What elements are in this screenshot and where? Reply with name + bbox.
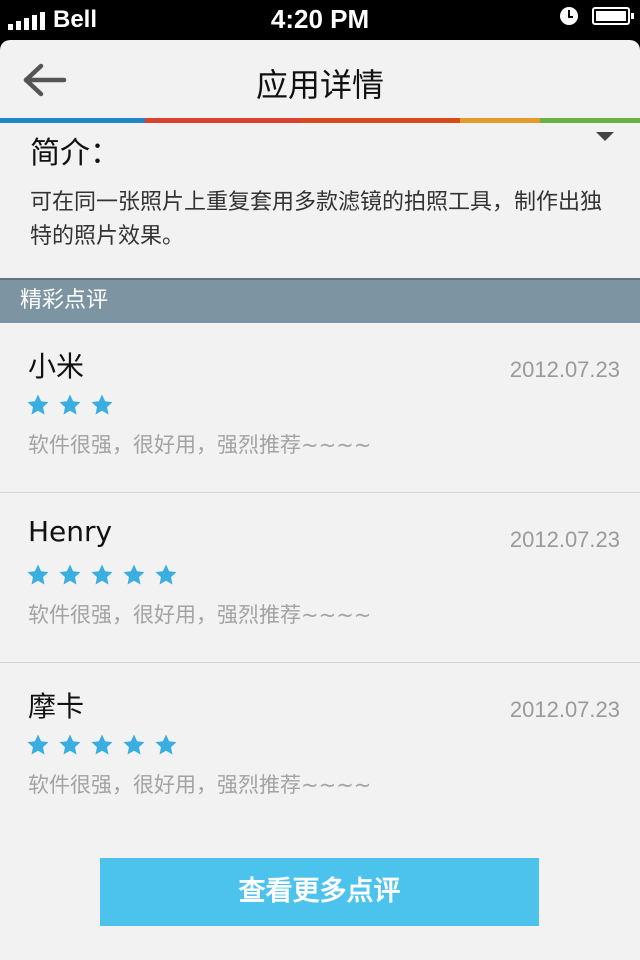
star-icon bbox=[91, 394, 113, 415]
intro-description: 可在同一张照片上重复套用多款滤镜的拍照工具，制作出独特的照片效果。 bbox=[30, 190, 603, 249]
accent-stripe bbox=[0, 118, 640, 123]
review-comment: 软件很强，很好用，强烈推荐~~~~ bbox=[28, 433, 372, 457]
page-title: 应用详情 bbox=[255, 66, 384, 104]
review-comment: 软件很强，很好用，强烈推荐~~~~ bbox=[28, 773, 372, 797]
reviewer-name: 摩卡 bbox=[28, 690, 85, 723]
reviewer-name: Henry bbox=[28, 515, 113, 548]
alarm-icon bbox=[560, 7, 578, 25]
star-icon bbox=[27, 734, 49, 755]
star-icon bbox=[27, 394, 49, 415]
star-icon bbox=[155, 734, 177, 755]
app-screen: 应用详情 简介： 可在同一张照片上重复套用多款滤镜的拍照工具，制作出独特的照片效… bbox=[0, 40, 640, 960]
star-icon bbox=[59, 734, 81, 755]
more-reviews-button[interactable]: 查看更多点评 bbox=[100, 858, 539, 926]
status-bar: Bell 4:20 PM bbox=[0, 0, 640, 40]
intro-heading: 简介： bbox=[30, 136, 120, 171]
review-comment: 软件很强，很好用，强烈推荐~~~~ bbox=[28, 603, 372, 627]
review-item: Henry 2012.07.23 软件很强，很好用，强烈推荐~~~~ bbox=[0, 493, 640, 663]
reviewer-name: 小米 bbox=[28, 350, 85, 383]
review-date: 2012.07.23 bbox=[509, 697, 620, 722]
star-icon bbox=[155, 564, 177, 585]
rating-stars bbox=[26, 563, 178, 587]
reviews-section-header: 精彩点评 bbox=[0, 278, 640, 323]
review-date: 2012.07.23 bbox=[509, 357, 620, 382]
navigation-bar: 应用详情 bbox=[0, 40, 640, 118]
star-icon bbox=[123, 564, 145, 585]
status-time: 4:20 PM bbox=[270, 4, 370, 34]
collapse-triangle-icon[interactable] bbox=[596, 132, 614, 141]
battery-icon bbox=[592, 7, 634, 25]
rating-stars bbox=[26, 733, 178, 757]
star-icon bbox=[27, 564, 49, 585]
star-icon bbox=[59, 394, 81, 415]
star-icon bbox=[59, 564, 81, 585]
review-date: 2012.07.23 bbox=[509, 527, 620, 552]
rating-stars bbox=[26, 393, 114, 417]
star-icon bbox=[91, 564, 113, 585]
star-icon bbox=[91, 734, 113, 755]
star-icon bbox=[123, 734, 145, 755]
review-item: 小米 2012.07.23 软件很强，很好用，强烈推荐~~~~ bbox=[0, 323, 640, 493]
review-item: 摩卡 2012.07.23 软件很强，很好用，强烈推荐~~~~ bbox=[0, 663, 640, 833]
